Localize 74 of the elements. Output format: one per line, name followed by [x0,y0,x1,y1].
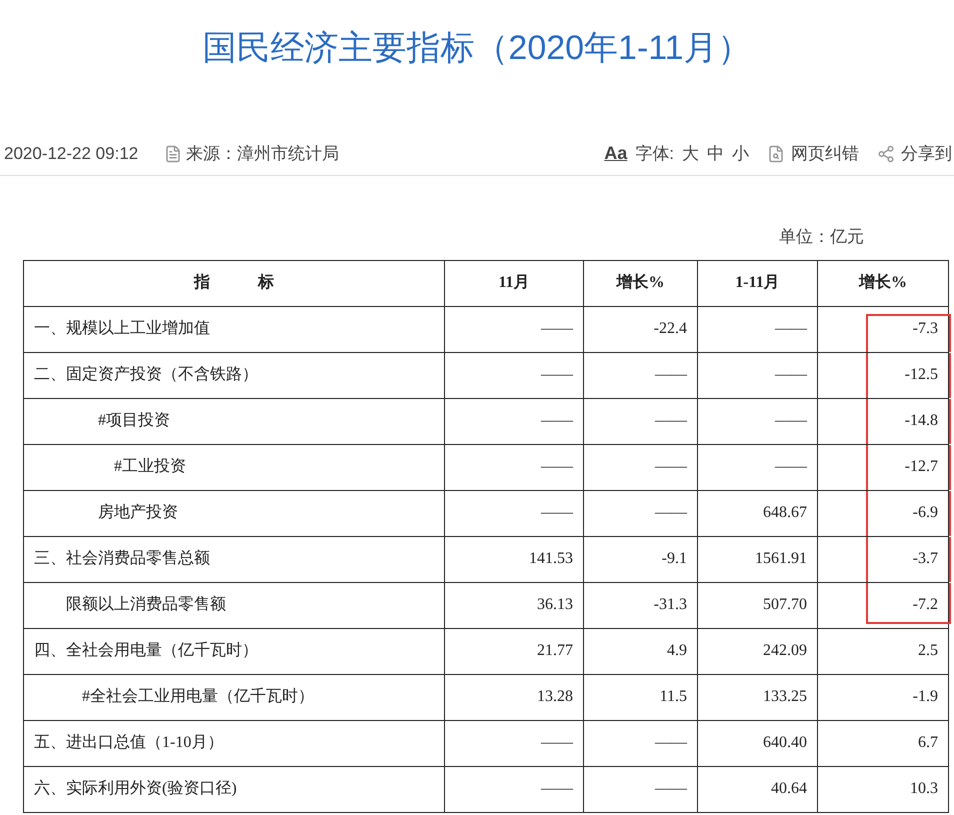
unit-label: 单位：亿元 [779,226,864,248]
column-header: 增长% [818,260,948,306]
table-cell: —— [584,444,698,490]
table-cell: 2.5 [818,628,948,674]
table-cell: -7.3 [818,306,948,352]
table-cell: —— [584,398,698,444]
table-cell: 1561.91 [698,536,818,582]
table-cell: -22.4 [584,306,698,352]
table-cell: 6.7 [818,720,948,766]
table-cell: —— [444,720,584,766]
table-cell: 40.64 [698,766,818,812]
indicator-cell: 六、实际利用外资(验资口径) [24,766,444,812]
table-cell: -7.2 [818,582,948,628]
table-cell: -12.5 [818,352,948,398]
table-cell: —— [698,306,818,352]
table-cell: —— [584,490,698,536]
table-cell: -3.7 [818,536,948,582]
share-link[interactable]: 分享到 [877,140,952,166]
table-cell: 507.70 [698,582,818,628]
column-header: 增长% [584,260,698,306]
table-cell: -31.3 [584,582,698,628]
font-size-link[interactable]: 中 [707,140,724,166]
indicator-cell: 二、固定资产投资（不含铁路） [24,352,444,398]
table-cell: —— [444,766,584,812]
indicator-cell: 限额以上消费品零售额 [24,582,444,628]
table-cell: —— [444,490,584,536]
indicator-cell: #项目投资 [24,398,444,444]
table-cell: 4.9 [584,628,698,674]
table-cell: 640.40 [698,720,818,766]
table-cell: 13.28 [444,674,584,720]
table-cell: -6.9 [818,490,948,536]
table-cell: 133.25 [698,674,818,720]
report-error-link[interactable]: 网页纠错 [767,140,859,166]
indicator-cell: 五、进出口总值（1-10月） [24,720,444,766]
document-icon [164,144,182,162]
table-cell: -9.1 [584,536,698,582]
publish-date: 2020-12-22 09:12 [4,142,138,165]
column-header: 指 标 [24,260,444,306]
source-text: 来源：漳州市统计局 [186,142,340,165]
share-icon [877,144,895,162]
table-cell: —— [584,766,698,812]
table-cell: —— [444,306,584,352]
font-label: 字体: [635,142,674,165]
font-size-link[interactable]: 大 [682,140,699,166]
font-size-icon: Aa [604,140,628,167]
table-cell: —— [444,444,584,490]
indicator-cell: #全社会工业用电量（亿千瓦时） [24,674,444,720]
indicator-cell: #工业投资 [24,444,444,490]
column-header: 1-11月 [698,260,818,306]
table-cell: —— [444,398,584,444]
table-cell: —— [698,352,818,398]
table-cell: 242.09 [698,628,818,674]
table-cell: —— [698,444,818,490]
table-cell: -12.7 [818,444,948,490]
font-size-link[interactable]: 小 [732,140,749,166]
table-cell: 141.53 [444,536,584,582]
table-cell: 648.67 [698,490,818,536]
document-search-icon [767,144,785,162]
table-cell: —— [698,398,818,444]
indicator-cell: 一、规模以上工业增加值 [24,306,444,352]
column-header: 11月 [444,260,584,306]
indicator-cell: 房地产投资 [24,490,444,536]
indicator-cell: 三、社会消费品零售总额 [24,536,444,582]
table-cell: 21.77 [444,628,584,674]
table-cell: —— [584,352,698,398]
table-cell: —— [444,352,584,398]
indicator-cell: 四、全社会用电量（亿千瓦时） [24,628,444,674]
table-cell: 11.5 [584,674,698,720]
table-cell: 36.13 [444,582,584,628]
table-cell: —— [584,720,698,766]
page-title: 国民经济主要指标（2020年1-11月） [201,28,753,69]
table-cell: 10.3 [818,766,948,812]
table-cell: -1.9 [818,674,948,720]
table-cell: -14.8 [818,398,948,444]
